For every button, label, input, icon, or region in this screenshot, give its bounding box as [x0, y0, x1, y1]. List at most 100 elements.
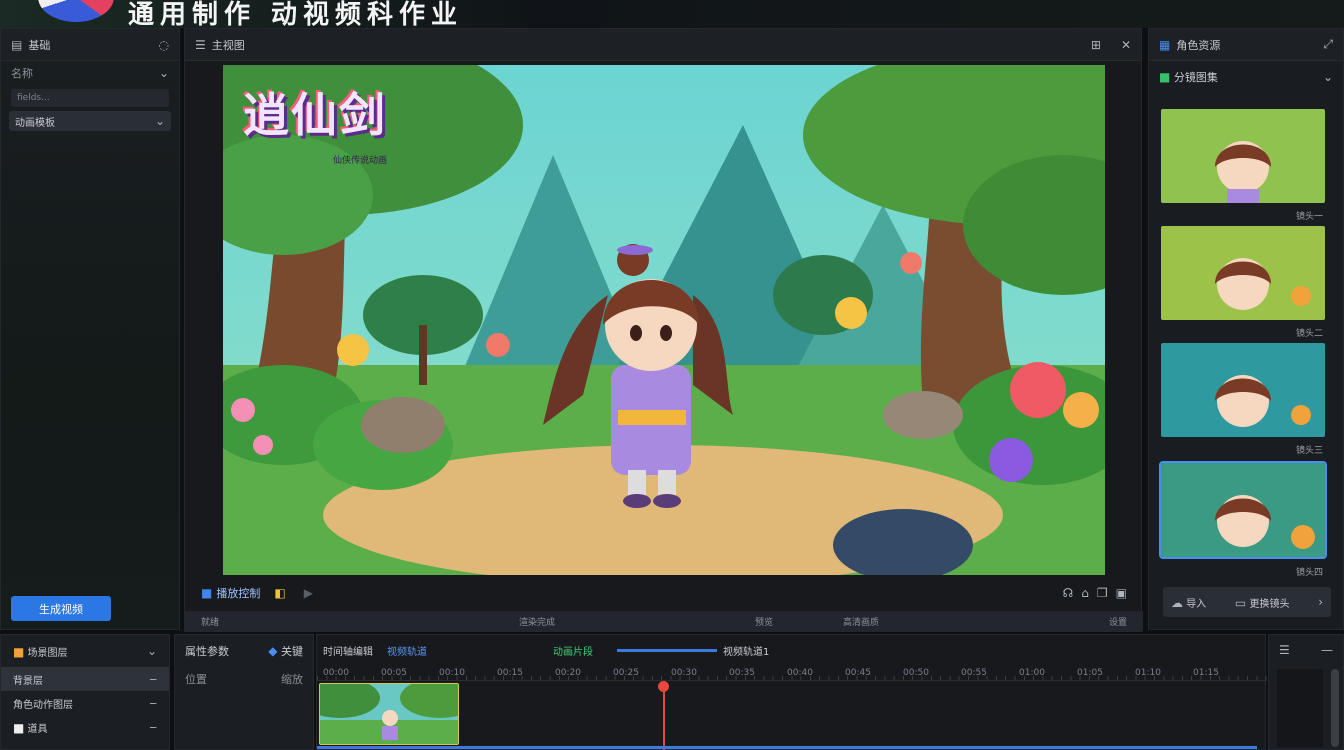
range-bar[interactable] — [617, 649, 717, 652]
playhead-line[interactable] — [663, 681, 665, 750]
generate-video-button[interactable]: 生成视频 — [11, 596, 111, 621]
crop-icon[interactable]: ⌂ — [1081, 586, 1089, 600]
left-panel-title: 基础 — [28, 38, 51, 52]
expand-icon[interactable]: ⤢ — [1323, 37, 1333, 52]
image-icon: ▦ — [1159, 37, 1171, 52]
storyboard-section-header[interactable]: ■ 分镜图集 ⌄ — [1149, 61, 1343, 93]
storyboard-section-title: 分镜图集 — [1173, 71, 1218, 84]
play-icon[interactable]: ▶ — [304, 586, 313, 600]
close-icon[interactable]: ✕ — [1121, 38, 1131, 52]
layers-header[interactable]: ■ 场景图层 ⌄ — [1, 635, 169, 667]
status-settings[interactable]: 设置 — [1109, 615, 1127, 628]
properties-row: 位置 缩放 — [175, 667, 313, 691]
volume-meter — [1277, 669, 1323, 747]
tick-label: 00:45 — [845, 668, 871, 678]
playback-controls: ■ 播放控制 ◧ ▶ ☊ ⌂ ❐ ▣ — [185, 579, 1143, 607]
refresh-icon[interactable]: ◌ — [159, 38, 169, 52]
play-mode-icon[interactable]: ■ — [201, 586, 212, 600]
tick-label: 00:25 — [613, 668, 639, 678]
storyboard-caption-2: 镜头二 — [1295, 329, 1323, 339]
document-icon: ▤ — [11, 37, 23, 52]
tick-label: 01:00 — [1019, 668, 1045, 678]
scene-logo-subtitle: 仙侠传说动画 — [333, 156, 388, 166]
preview-title: 主视图 — [211, 38, 245, 52]
tick-label: 01:05 — [1077, 668, 1103, 678]
menu-dots-icon[interactable]: ‒ — [149, 720, 157, 734]
status-right-b: 高清画质 — [843, 617, 880, 628]
name-field-label: 名称 — [11, 67, 33, 80]
menu-icon[interactable]: ☰ — [1279, 643, 1290, 657]
template-select[interactable]: 动画模板 ⌄ — [9, 111, 171, 131]
status-center: 渲染完成 — [519, 617, 556, 628]
keyframe-label: 关键 — [281, 645, 303, 658]
properties-header: 属性参数 ◆ 关键 — [175, 635, 313, 667]
timeline-tab[interactable]: 视频轨道 — [387, 643, 427, 658]
asset-footer: ☁ 导入 ▭ 更换镜头 › — [1163, 587, 1331, 617]
timeline-header: 时间轴编辑 视频轨道 — [323, 643, 427, 658]
chevron-down-icon: ⌄ — [154, 114, 165, 128]
asset-panel-title: 角色资源 — [1176, 38, 1221, 52]
replace-shot-button[interactable]: ▭ 更换镜头 — [1235, 595, 1290, 610]
fit-screen-icon[interactable]: ⊞ — [1091, 38, 1101, 52]
left-settings-panel: ▤ 基础 ◌ 名称 ⌄ fields... 动画模板 ⌄ 生成视频 — [0, 28, 180, 630]
layer-label: 背景层 — [13, 675, 43, 687]
storyboard-thumb-2[interactable] — [1161, 226, 1325, 320]
tick-label: 00:00 — [323, 668, 349, 678]
menu-dots-icon[interactable]: ‒ — [149, 696, 157, 710]
timeline-side-panel: ☰ — — [1268, 634, 1344, 750]
layers-title: 场景图层 — [27, 647, 68, 659]
tick-label: 00:35 — [729, 668, 755, 678]
template-select-value: 动画模板 — [15, 117, 55, 129]
storyboard-thumb-1[interactable] — [1161, 109, 1325, 203]
import-icon: ☁ — [1171, 595, 1183, 610]
tick-label: 00:10 — [439, 668, 465, 678]
asset-panel-header: ▦ 角色资源 ⤢ — [1149, 29, 1343, 61]
layers-icon[interactable]: ❐ — [1097, 586, 1108, 600]
storyboard-thumb-4[interactable] — [1159, 461, 1327, 559]
menu-dots-icon[interactable]: ‒ — [149, 672, 157, 686]
fullscreen-icon[interactable]: ▣ — [1116, 586, 1127, 600]
bookmark-icon[interactable]: ◧ — [274, 586, 285, 600]
minimize-icon[interactable]: — — [1321, 643, 1333, 657]
status-right-a: 预览 — [755, 617, 774, 628]
name-field-row: 名称 ⌄ — [1, 61, 179, 85]
status-left: 就绪 — [201, 617, 220, 628]
preview-panel: ☰ 主视图 ⊞ ✕ 逍仙剑 仙侠传说动画 ■ 播放控制 ◧ ▶ ☊ ⌂ ❐ ▣ … — [184, 28, 1143, 632]
properties-title: 属性参数 — [185, 645, 229, 658]
timeline-scrollbar[interactable] — [317, 746, 1257, 749]
checkbox-icon[interactable]: ■ — [13, 721, 24, 735]
layers-panel: ■ 场景图层 ⌄ 背景层 ‒ 角色动作图层 ‒ ■ 道具 ‒ — [0, 634, 170, 750]
clip-marker-label: 动画片段 — [553, 647, 593, 658]
layer-item-character[interactable]: 角色动作图层 ‒ — [1, 691, 169, 715]
vertical-scrollbar[interactable] — [1331, 669, 1339, 747]
tick-label: 00:55 — [961, 668, 987, 678]
storyboard-thumb-3[interactable] — [1161, 343, 1325, 437]
name-input-value: fields... — [17, 93, 50, 103]
storyboard-caption-1: 镜头一 — [1295, 212, 1323, 222]
clip-marker[interactable]: 动画片段 — [553, 643, 593, 658]
import-button[interactable]: ☁ 导入 — [1171, 595, 1206, 610]
tick-label: 00:15 — [497, 668, 523, 678]
tick-label: 00:05 — [381, 668, 407, 678]
timeline-panel: 时间轴编辑 视频轨道 动画片段 视频轨道1 00:00 00:05 00:10 … — [316, 634, 1267, 750]
name-input[interactable]: fields... — [11, 89, 169, 107]
audio-icon[interactable]: ☊ — [1063, 586, 1074, 600]
chevron-down-icon[interactable]: ⌄ — [159, 66, 169, 80]
timeline-title: 时间轴编辑 — [323, 647, 373, 658]
grid-icon: ☰ — [195, 37, 206, 52]
layer-item-props[interactable]: ■ 道具 ‒ — [1, 715, 169, 739]
scene-logo-text: 逍仙剑 — [243, 88, 387, 142]
side-panel-header: ☰ — — [1269, 635, 1343, 665]
layer-item-background[interactable]: 背景层 ‒ — [1, 667, 169, 691]
tick-label: 01:10 — [1135, 668, 1161, 678]
time-ruler[interactable]: 00:00 00:05 00:10 00:15 00:20 00:25 00:3… — [317, 665, 1267, 681]
preview-canvas[interactable]: 逍仙剑 仙侠传说动画 — [223, 65, 1105, 575]
chevron-right-icon[interactable]: › — [1318, 595, 1323, 609]
keyframe-icon[interactable]: ◆ — [268, 644, 277, 658]
scale-label: 缩放 — [281, 673, 303, 686]
tick-label: 00:20 — [555, 668, 581, 678]
video-clip[interactable] — [319, 683, 459, 745]
play-control-label[interactable]: 播放控制 — [216, 585, 260, 601]
tick-label: 01:15 — [1193, 668, 1219, 678]
layers-icon: ■ — [13, 644, 25, 659]
